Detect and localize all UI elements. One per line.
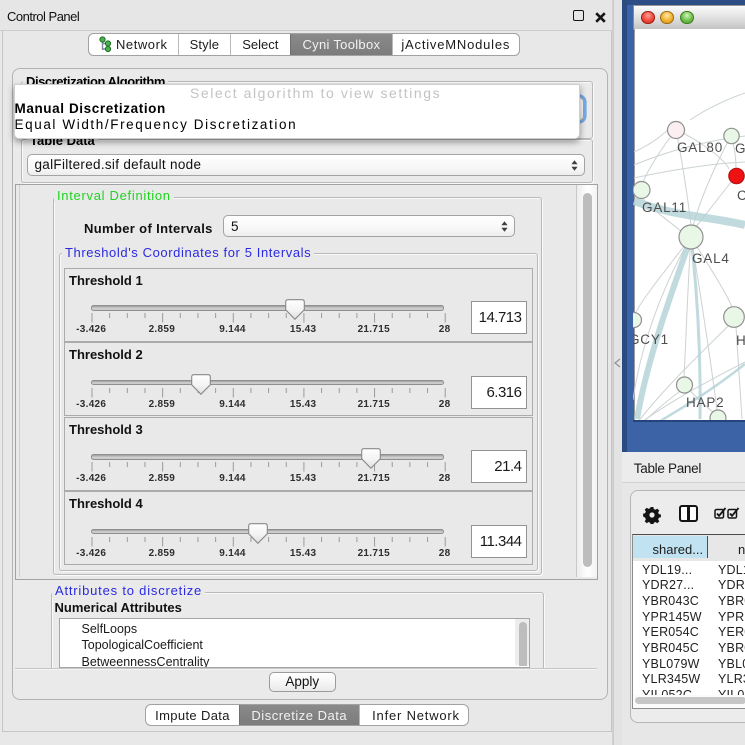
- svg-text:GAL11: GAL11: [642, 200, 687, 215]
- svg-text:GAL80: GAL80: [677, 140, 723, 155]
- svg-text:CR: CR: [737, 188, 745, 203]
- svg-text:HI: HI: [736, 333, 745, 348]
- svg-text:GCY1: GCY1: [633, 332, 669, 347]
- svg-text:GA: GA: [735, 141, 745, 156]
- svg-text:GAL4: GAL4: [692, 251, 730, 266]
- svg-text:HAP2: HAP2: [686, 395, 724, 410]
